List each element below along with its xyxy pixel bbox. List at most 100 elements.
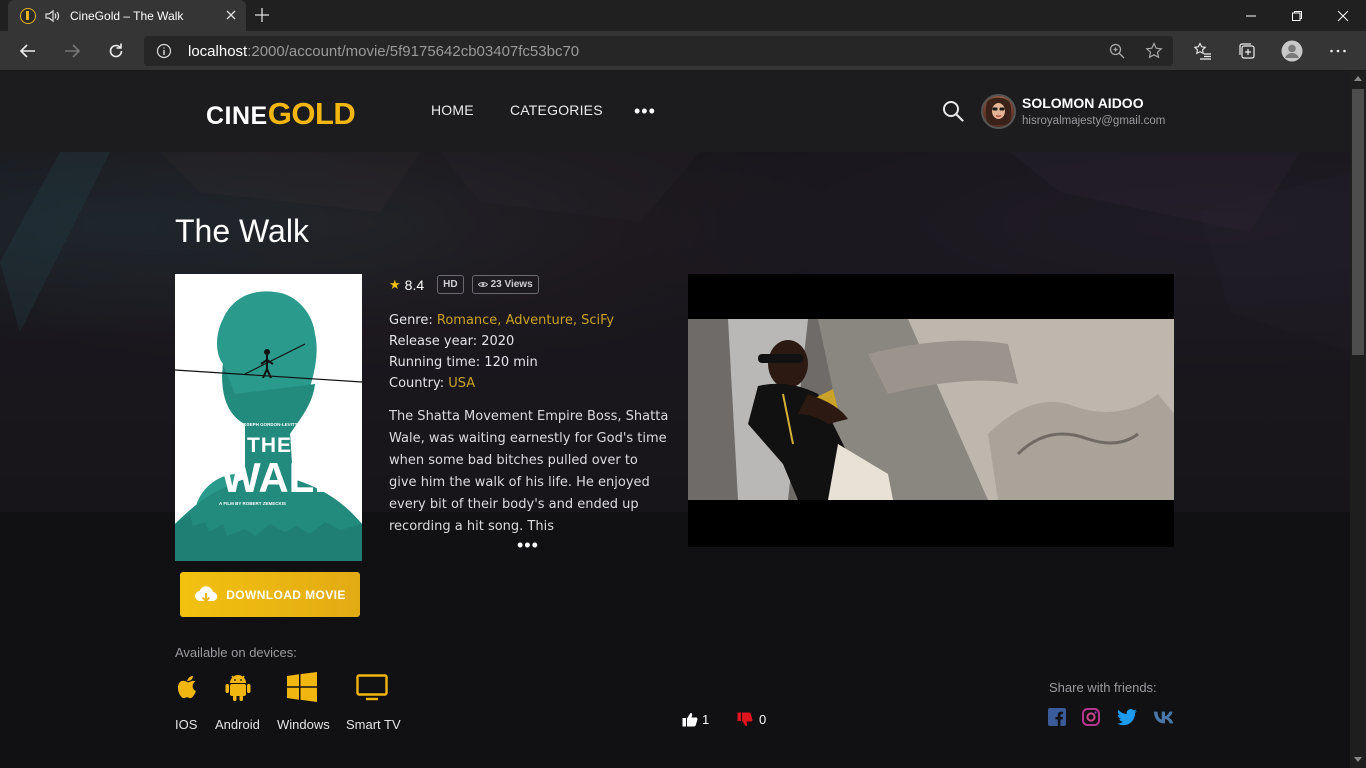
site-header: CINE GOLD HOME CATEGORIES ••• SOLOMON AI…: [0, 71, 1350, 152]
new-tab-icon[interactable]: [254, 7, 270, 23]
dislike-count: 0: [759, 712, 767, 727]
nav-more-menu[interactable]: •••: [634, 102, 656, 120]
reload-button[interactable]: [104, 39, 128, 63]
star-favorite-icon[interactable]: [1145, 42, 1163, 60]
runtime-row: Running time: 120 min: [389, 352, 614, 373]
poster-actor-text: JOSEPH GORDON-LEVITT: [240, 422, 298, 427]
url-host: localhost: [188, 43, 248, 60]
minimize-icon: [1246, 15, 1256, 16]
forward-button[interactable]: [60, 39, 84, 63]
zoom-icon[interactable]: [1108, 42, 1126, 60]
logo-text-gold: GOLD: [267, 96, 356, 131]
runtime-label: Running time:: [389, 355, 481, 370]
available-devices-label: Available on devices:: [175, 645, 297, 660]
device-label-ios: IOS: [175, 717, 198, 732]
address-bar[interactable]: localhost:2000/account/movie/5f9175642cb…: [144, 36, 1173, 66]
nav-home[interactable]: HOME: [431, 102, 474, 118]
device-ios[interactable]: [175, 672, 199, 707]
info-icon[interactable]: [156, 43, 172, 59]
restore-button[interactable]: [1274, 0, 1320, 31]
download-movie-button[interactable]: DOWNLOAD MOVIE: [180, 572, 360, 617]
read-more-button[interactable]: •••: [517, 536, 539, 554]
apple-icon: [177, 676, 196, 699]
movie-details: Genre: Romance, Adventure, SciFy Release…: [389, 310, 614, 394]
arrow-right-icon: [65, 44, 81, 58]
like-count: 1: [702, 712, 710, 727]
eye-icon: [477, 282, 488, 287]
device-smart-tv[interactable]: [356, 672, 388, 707]
logo-text-cine: CINE: [206, 102, 268, 130]
windows-icon: [287, 672, 317, 702]
twitter-icon: [1117, 708, 1137, 725]
collections-icon: [1239, 43, 1255, 59]
download-label: DOWNLOAD MOVIE: [226, 587, 346, 602]
browser-tab[interactable]: CineGold – The Walk: [8, 0, 246, 31]
video-player[interactable]: [688, 274, 1174, 547]
movie-description: The Shatta Movement Empire Boss, Shatta …: [389, 409, 669, 534]
cinegold-favicon-icon: [20, 7, 36, 24]
close-window-button[interactable]: [1320, 0, 1366, 31]
minimize-button[interactable]: [1228, 0, 1274, 31]
country-value[interactable]: USA: [448, 376, 475, 391]
poster-art: [175, 274, 362, 561]
year-value: 2020: [481, 334, 515, 349]
back-button[interactable]: [16, 39, 40, 63]
scroll-down-arrow-icon[interactable]: [1354, 757, 1362, 762]
profile-button[interactable]: [1281, 40, 1303, 62]
share-facebook-button[interactable]: [1047, 707, 1067, 727]
share-instagram-button[interactable]: [1081, 707, 1101, 727]
quality-badge: HD: [437, 275, 464, 294]
close-icon: [1337, 10, 1349, 21]
tab-title: CineGold – The Walk: [70, 8, 184, 23]
arrow-left-icon: [19, 44, 35, 58]
page-scrollbar[interactable]: [1350, 71, 1366, 768]
vk-icon: [1154, 711, 1174, 723]
speaker-icon[interactable]: [44, 8, 60, 24]
share-twitter-button[interactable]: [1117, 707, 1137, 727]
genre-value[interactable]: Romance, Adventure, SciFy: [437, 313, 614, 328]
close-tab-icon[interactable]: [224, 8, 238, 22]
user-email: hisroyalmajesty@gmail.com: [1022, 115, 1166, 127]
url-text[interactable]: localhost:2000/account/movie/5f9175642cb…: [188, 43, 579, 60]
settings-menu-button[interactable]: [1327, 40, 1349, 62]
restore-icon: [1292, 10, 1302, 21]
device-android[interactable]: [225, 672, 251, 707]
genre-row: Genre: Romance, Adventure, SciFy: [389, 310, 614, 331]
views-badge: 23 Views: [471, 275, 539, 294]
facebook-icon: [1048, 708, 1066, 726]
device-windows[interactable]: [286, 672, 318, 707]
android-icon: [225, 675, 251, 701]
poster-title-line2: WALK: [221, 454, 345, 501]
scroll-up-arrow-icon[interactable]: [1354, 76, 1362, 81]
runtime-value: 120 min: [484, 355, 538, 370]
collections-button[interactable]: [1236, 40, 1258, 62]
favorites-list-icon: [1194, 42, 1211, 60]
movie-meta-row: ★ 8.4 HD 23 Views: [389, 275, 547, 294]
genre-label: Genre:: [389, 313, 433, 328]
thumbs-up-icon: [682, 713, 698, 727]
share-vk-button[interactable]: [1154, 707, 1174, 727]
cinegold-logo[interactable]: CINE GOLD: [206, 91, 356, 131]
search-icon[interactable]: [942, 100, 964, 122]
movie-poster[interactable]: JOSEPH GORDON-LEVITT THE WALK A FILM BY …: [175, 274, 362, 561]
year-label: Release year:: [389, 334, 478, 349]
browser-tab-bar: CineGold – The Walk: [0, 0, 1366, 31]
user-photo-icon: [985, 97, 1012, 125]
tv-icon: [356, 674, 388, 701]
thumbs-down-icon: [737, 712, 753, 726]
views-count: 23 Views: [490, 279, 533, 290]
like-button[interactable]: 1: [682, 712, 709, 727]
reload-icon: [109, 43, 123, 58]
poster-credit-text: A FILM BY ROBERT ZEMECKIS: [219, 501, 287, 506]
profile-avatar-icon: [1281, 40, 1303, 62]
star-icon: ★: [389, 276, 401, 292]
country-label: Country:: [389, 376, 445, 391]
user-avatar[interactable]: [981, 94, 1016, 129]
device-label-android: Android: [215, 717, 260, 732]
user-name[interactable]: SOLOMON AIDOO: [1022, 95, 1144, 111]
nav-categories[interactable]: CATEGORIES: [510, 102, 603, 118]
favorites-button[interactable]: [1192, 40, 1214, 62]
dislike-button[interactable]: 0: [737, 712, 766, 727]
url-path: :2000/account/movie/5f9175642cb03407fc53…: [247, 43, 580, 60]
scroll-thumb[interactable]: [1352, 89, 1364, 355]
